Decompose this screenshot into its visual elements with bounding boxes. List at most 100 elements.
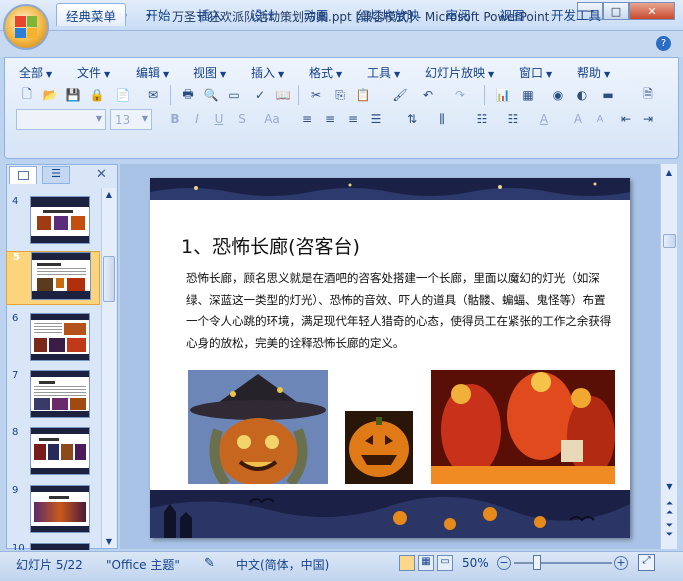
tab-view[interactable]: 视图 [492, 3, 532, 26]
justify-icon[interactable]: ☰ [366, 109, 386, 129]
normal-view-icon[interactable] [399, 555, 415, 571]
research-icon[interactable]: 📖 [273, 85, 293, 105]
save-icon[interactable]: 💾 [63, 85, 83, 105]
email-icon[interactable]: ✉ [143, 85, 163, 105]
scroll-up-icon[interactable]: ▲ [664, 168, 674, 177]
clipart-icon[interactable]: ◉ [548, 85, 568, 105]
align-left-icon[interactable]: ≡ [297, 109, 317, 129]
scroll-down-icon[interactable]: ▼ [663, 482, 676, 491]
paste-icon[interactable]: 📋 [353, 85, 373, 105]
permission-icon[interactable]: 🔒 [87, 85, 107, 105]
color-display-icon[interactable]: ▬ [598, 85, 618, 105]
jack-o-lantern-image[interactable] [345, 411, 413, 484]
slide-thumbnail[interactable]: 10 [6, 543, 100, 550]
redo-icon[interactable]: ↷ [450, 85, 470, 105]
bullets-icon[interactable]: ☷ [472, 109, 492, 129]
font-size-select[interactable]: 13 ▼ [110, 109, 152, 130]
change-case-icon[interactable]: Aa [262, 109, 282, 129]
scroll-thumb[interactable] [103, 256, 115, 302]
zoom-slider-track[interactable] [514, 562, 612, 564]
menu-view[interactable]: 视图 ▼ [193, 64, 226, 80]
tab-slideshow[interactable]: 幻灯片放映 [353, 3, 423, 26]
tab-review[interactable]: 审阅 [438, 3, 478, 26]
font-color-icon[interactable]: A [534, 109, 554, 129]
maximize-button[interactable]: □ [603, 2, 629, 20]
zoom-out-icon[interactable]: − [497, 556, 511, 570]
increase-indent-icon[interactable]: ⇥ [638, 109, 658, 129]
shrink-font-icon[interactable]: A [590, 109, 610, 129]
tab-insert[interactable]: 插入 [190, 3, 230, 26]
print-preview-icon[interactable]: 🔍 [201, 85, 221, 105]
menu-format[interactable]: 格式 ▼ [309, 64, 342, 80]
slide-body-text[interactable]: 恐怖长廊，顾名思义就是在酒吧的咨客处搭建一个长廊，里面以魔幻的灯光（如深绿、深蓝… [186, 268, 614, 354]
menu-help[interactable]: 帮助 ▼ [577, 64, 610, 80]
slide-thumbnail[interactable]: 4 [6, 196, 100, 250]
slideshow-view-icon[interactable]: ▭ [437, 555, 453, 571]
align-right-icon[interactable]: ≡ [343, 109, 363, 129]
thumbnail-scrollbar[interactable]: ▲ ▼ [101, 188, 116, 548]
slide-title[interactable]: 1、恐怖长廊(咨客台) [181, 232, 360, 259]
menu-slideshow[interactable]: 幻灯片放映 ▼ [425, 64, 494, 80]
language-indicator[interactable]: 中文(简体，中国) [236, 556, 329, 573]
print-icon[interactable]: 🖶 [178, 85, 198, 105]
align-center-icon[interactable]: ≡ [320, 109, 340, 129]
slide-scrollbar[interactable]: ▲ ▼ ⏶ ⏶ ⏷ ⏷ [660, 164, 677, 549]
menu-edit[interactable]: 编辑 ▼ [136, 64, 169, 80]
zoom-in-icon[interactable]: + [614, 556, 628, 570]
table-icon[interactable]: ▦ [518, 85, 538, 105]
slide-thumbnail[interactable]: 9 [6, 485, 100, 539]
slide-thumbnail-selected[interactable]: 5 [6, 251, 100, 305]
tab-developer[interactable]: 开发工具 [546, 3, 606, 26]
tab-home[interactable]: 开始 [138, 3, 178, 26]
italic-icon[interactable]: I [187, 109, 207, 129]
slides-tab[interactable] [9, 166, 37, 184]
slide-canvas[interactable]: 1、恐怖长廊(咨客台) 恐怖长廊，顾名思义就是在酒吧的咨客处搭建一个长廊，里面以… [150, 178, 630, 538]
slide-thumbnail[interactable]: 6 [6, 313, 100, 367]
bold-icon[interactable]: B [165, 109, 185, 129]
menu-tools[interactable]: 工具 ▼ [367, 64, 400, 80]
slide-preview-icon[interactable]: ▭ [224, 85, 244, 105]
spelling-icon[interactable]: ✓ [250, 85, 270, 105]
slide-thumbnail[interactable]: 7 [6, 370, 100, 424]
outline-tab[interactable]: ☰ [42, 166, 70, 184]
scroll-up-icon[interactable]: ▲ [103, 190, 115, 202]
slide-sorter-icon[interactable]: ▦ [418, 555, 434, 571]
tab-design[interactable]: 设计 [243, 3, 283, 26]
menu-all[interactable]: 全部 ▼ [19, 64, 52, 80]
numbering-icon[interactable]: ☷ [503, 109, 523, 129]
halloween-scarecrows-image[interactable] [431, 370, 615, 484]
open-icon[interactable]: 📂 [40, 85, 60, 105]
menu-file[interactable]: 文件 ▼ [77, 64, 110, 80]
tab-animations[interactable]: 动画 [296, 3, 336, 26]
scroll-thumb[interactable] [663, 234, 676, 248]
office-button[interactable] [3, 4, 49, 50]
grow-font-icon[interactable]: A [568, 109, 588, 129]
new-icon[interactable]: 🗋 [17, 85, 37, 105]
copy-icon[interactable]: ⎘ [330, 85, 350, 105]
scroll-down-icon[interactable]: ▼ [103, 537, 115, 546]
font-name-select[interactable]: ▼ [16, 109, 106, 130]
text-direction-icon[interactable]: ⇅ [402, 109, 422, 129]
spellcheck-icon[interactable]: ✎ [204, 556, 215, 571]
shadow-icon[interactable]: S [232, 109, 252, 129]
pdf-icon[interactable]: 📄 [113, 85, 133, 105]
tab-classic-menu[interactable]: 经典菜单 [56, 3, 126, 26]
previous-slide-icon[interactable]: ⏶ ⏶ [663, 500, 676, 518]
menu-window[interactable]: 窗口 ▼ [519, 64, 552, 80]
underline-icon[interactable]: U [209, 109, 229, 129]
slide-thumbnail[interactable]: 8 [6, 427, 100, 481]
cut-icon[interactable]: ✂ [306, 85, 326, 105]
decrease-indent-icon[interactable]: ⇤ [616, 109, 636, 129]
menu-insert[interactable]: 插入 ▼ [251, 64, 284, 80]
fit-to-window-icon[interactable]: ⤢ [638, 554, 655, 571]
close-button[interactable]: ✕ [629, 2, 675, 20]
next-slide-icon[interactable]: ⏷ ⏷ [663, 522, 676, 540]
zoom-level[interactable]: 50% [462, 556, 489, 570]
help-icon[interactable]: ? [656, 36, 671, 51]
columns-icon[interactable]: ⫼ [432, 109, 452, 129]
zoom-slider-thumb[interactable] [533, 555, 541, 570]
close-icon[interactable]: ✕ [96, 167, 107, 182]
format-painter-icon[interactable]: 🖌 [390, 85, 410, 105]
new-slide-icon[interactable]: 🗎 [638, 85, 658, 105]
witch-pumpkin-image[interactable] [188, 370, 328, 484]
